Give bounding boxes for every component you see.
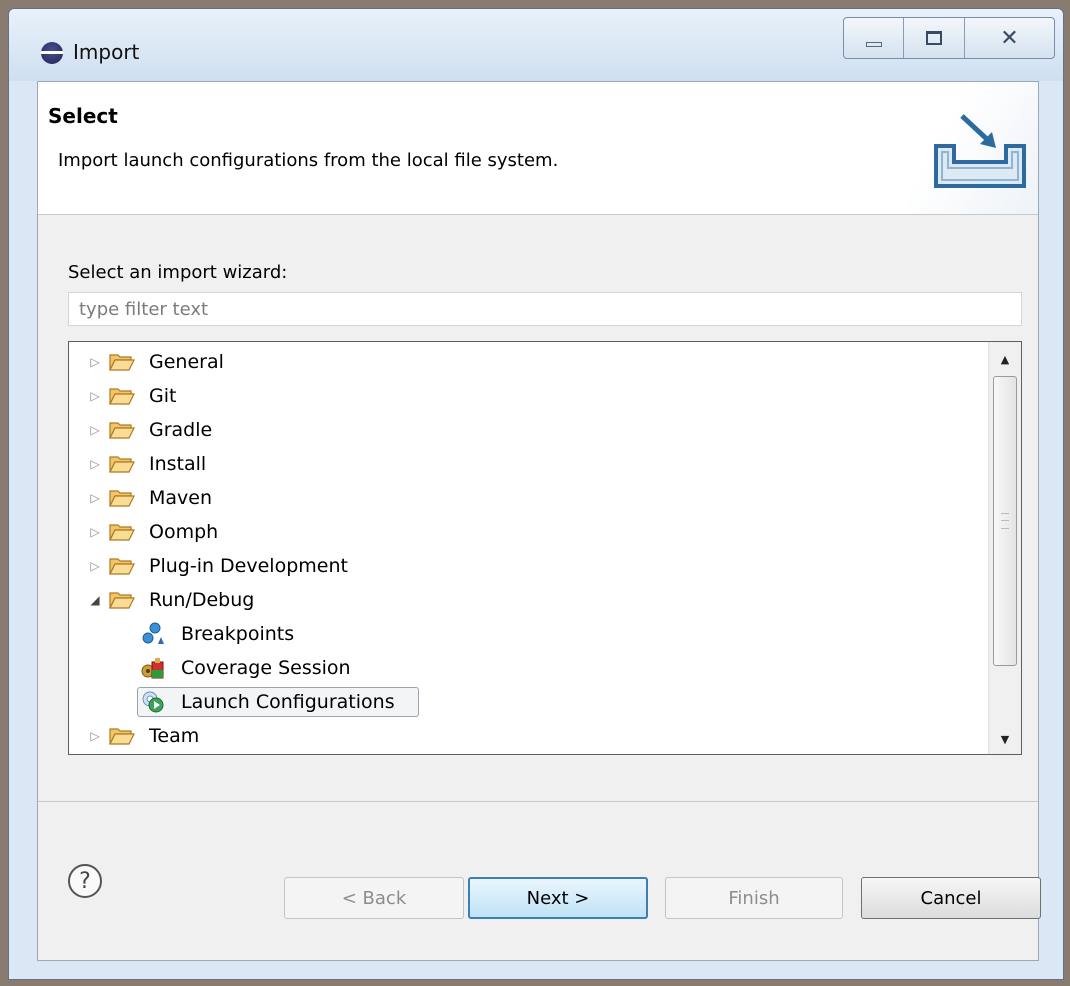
scrollbar-thumb[interactable] — [993, 376, 1017, 666]
import-tray-icon — [934, 114, 1026, 188]
breakpoints-icon — [141, 622, 165, 646]
expand-arrow-icon[interactable]: ▷ — [89, 355, 101, 369]
tree-item-label: Oomph — [149, 521, 219, 543]
window-title: Import — [73, 40, 140, 64]
folder-icon — [109, 556, 135, 576]
minimize-icon — [865, 41, 882, 47]
folder-icon — [109, 488, 135, 508]
minimize-button[interactable] — [844, 18, 905, 58]
expand-arrow-icon[interactable]: ▷ — [89, 559, 101, 573]
filter-input[interactable] — [68, 292, 1022, 326]
header-banner — [908, 82, 1038, 214]
tree-item[interactable]: ▷ Install — [69, 447, 989, 481]
tree-item-label: Git — [149, 385, 177, 407]
grip-icon — [1001, 513, 1009, 529]
folder-icon — [109, 726, 135, 746]
tree-item-label: Breakpoints — [181, 623, 295, 645]
tree-item[interactable]: Coverage Session — [69, 651, 989, 685]
next-button[interactable]: Next > — [468, 877, 648, 919]
wizard-tree[interactable]: ▷ General ▷ Git ▷ Gradle ▷ Install ▷ Maven ▷ Oomph ▷… — [68, 341, 1022, 755]
tree-item-label: Run/Debug — [149, 589, 255, 611]
folder-icon — [109, 420, 135, 440]
select-wizard-label: Select an import wizard: — [68, 262, 288, 283]
tree-item[interactable]: ▷ Team — [69, 719, 989, 753]
page-title: Select — [48, 104, 118, 128]
back-button[interactable]: < Back — [284, 877, 464, 919]
tree-item-label: Gradle — [149, 419, 213, 441]
close-icon: ✕ — [1000, 25, 1019, 51]
tree-item-label: Team — [149, 725, 200, 747]
tree-item[interactable]: Launch Configurations — [69, 685, 989, 719]
expand-arrow-icon[interactable]: ▷ — [89, 491, 101, 505]
tree-item-label: Launch Configurations — [181, 691, 395, 713]
maximize-button[interactable] — [904, 18, 965, 58]
close-button[interactable]: ✕ — [965, 18, 1054, 58]
scroll-up-arrow-icon[interactable]: ▲ — [989, 346, 1021, 372]
tree-item[interactable]: ▷ Gradle — [69, 413, 989, 447]
tree-item[interactable]: ◢ Run/Debug — [69, 583, 989, 617]
tree-content: ▷ General ▷ Git ▷ Gradle ▷ Install ▷ Maven ▷ Oomph ▷… — [69, 342, 989, 754]
tree-item-label: General — [149, 351, 224, 373]
button-bar: ? < Back Next > Finish Cancel — [38, 801, 1041, 960]
tree-item[interactable]: ▷ Plug-in Development — [69, 549, 989, 583]
import-dialog-window: Import ✕ Select Import launch configurat… — [8, 8, 1064, 980]
finish-button[interactable]: Finish — [665, 877, 843, 919]
expand-arrow-icon[interactable]: ▷ — [89, 729, 101, 743]
expand-arrow-icon[interactable]: ▷ — [89, 389, 101, 403]
scroll-down-arrow-icon[interactable]: ▼ — [989, 726, 1021, 752]
tree-item[interactable]: Breakpoints — [69, 617, 989, 651]
vertical-scrollbar[interactable]: ▲ ▼ — [988, 342, 1021, 754]
tree-item[interactable]: ▷ Maven — [69, 481, 989, 515]
tree-item-label: Maven — [149, 487, 213, 509]
launch-configurations-icon — [141, 690, 165, 714]
tree-item-label: Coverage Session — [181, 657, 351, 679]
tree-item[interactable]: ▷ Git — [69, 379, 989, 413]
folder-icon — [109, 590, 135, 610]
tree-item-label: Install — [149, 453, 207, 475]
page-description: Import launch configurations from the lo… — [58, 150, 559, 171]
expand-arrow-icon[interactable]: ▷ — [89, 525, 101, 539]
dialog-client-area: Select Import launch configurations from… — [37, 81, 1041, 961]
help-icon[interactable]: ? — [68, 864, 102, 898]
coverage-session-icon — [141, 656, 165, 680]
tree-item[interactable]: ▷ General — [69, 345, 989, 379]
tree-item[interactable]: ▷ Oomph — [69, 515, 989, 549]
folder-icon — [109, 386, 135, 406]
cancel-button[interactable]: Cancel — [861, 877, 1041, 919]
expand-arrow-icon[interactable]: ▷ — [89, 423, 101, 437]
folder-icon — [109, 352, 135, 372]
title-bar[interactable]: Import ✕ — [9, 9, 1063, 81]
maximize-icon — [926, 31, 943, 45]
tree-item-label: Plug-in Development — [149, 555, 348, 577]
folder-icon — [109, 454, 135, 474]
wizard-header: Select Import launch configurations from… — [38, 82, 1038, 215]
expand-arrow-icon[interactable]: ▷ — [89, 457, 101, 471]
eclipse-icon — [41, 42, 63, 64]
window-controls: ✕ — [843, 17, 1055, 59]
folder-icon — [109, 522, 135, 542]
collapse-arrow-icon[interactable]: ◢ — [89, 593, 101, 607]
